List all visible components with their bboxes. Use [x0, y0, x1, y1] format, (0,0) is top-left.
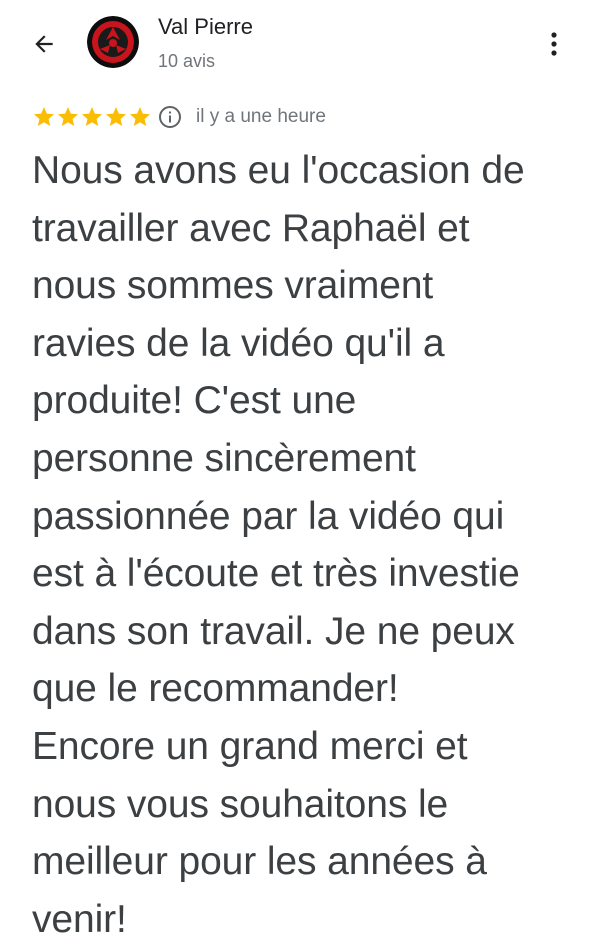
review-text-line: ravies de la vidéo qu'il a	[32, 321, 445, 365]
star-icon	[34, 107, 54, 126]
review-text-line: dans son travail. Je ne peux	[32, 609, 515, 653]
review-text-line: passionnée par la vidéo qui	[32, 494, 505, 538]
review-text-line: personne sincèrement	[32, 436, 416, 480]
star-icon	[106, 107, 126, 126]
arrow-back-icon	[35, 35, 53, 53]
reviewer-logo-icon	[87, 16, 139, 68]
star-icon	[82, 107, 102, 126]
review-text-line: meilleur pour les années à	[32, 840, 487, 884]
more-options-button[interactable]	[540, 28, 568, 60]
avatar[interactable]	[87, 16, 139, 68]
star-icon	[130, 107, 150, 126]
info-icon[interactable]	[158, 105, 182, 129]
reviewer-name[interactable]: Val Pierre	[158, 14, 253, 40]
review-text-line: Nous avons eu l'occasion de	[32, 149, 525, 192]
star-icon	[58, 107, 78, 126]
review-text: Nous avons eu l'occasion de travailler av…	[32, 142, 592, 948]
review-text-line: nous vous souhaitons le	[32, 782, 449, 826]
review-text-line: venir!	[32, 897, 127, 941]
review-text-line: travailler avec Raphaël et	[32, 206, 470, 250]
more-vert-icon	[551, 32, 557, 56]
star-rating	[32, 105, 152, 129]
review-time: il y a une heure	[196, 106, 326, 127]
review-text-line: est à l'écoute et très investie	[32, 552, 520, 596]
review-text-line: nous sommes vraiment	[32, 264, 434, 308]
back-button[interactable]	[28, 28, 60, 60]
review-meta: il y a une heure	[32, 102, 326, 132]
review-header: Val Pierre 10 avis	[0, 0, 604, 90]
review-text-line: que le recommander!	[32, 667, 399, 711]
review-text-line: produite! C'est une	[32, 379, 357, 423]
review-text-line: Encore un grand merci et	[32, 724, 468, 768]
review-count: 10 avis	[158, 51, 216, 71]
